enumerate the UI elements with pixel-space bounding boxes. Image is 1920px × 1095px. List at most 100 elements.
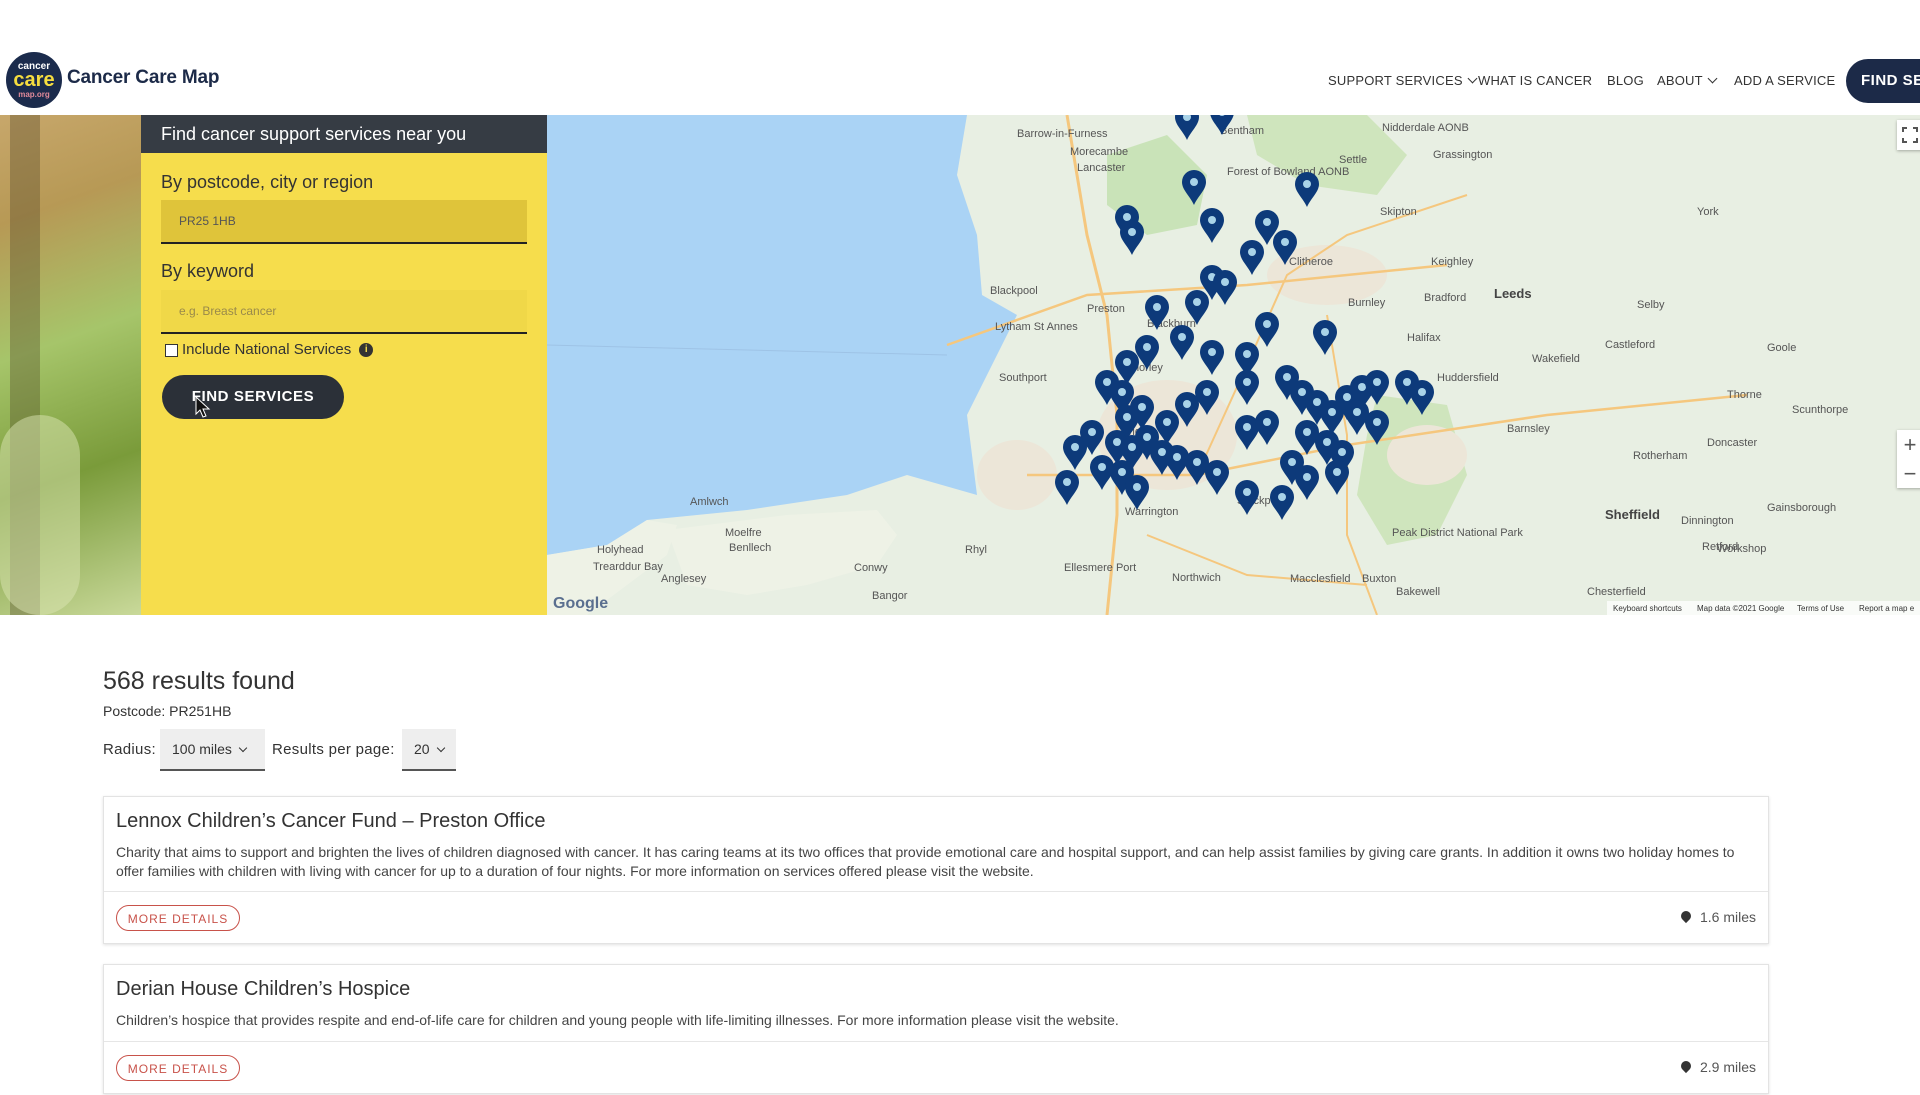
map-marker-dot xyxy=(1358,383,1366,391)
map-marker-dot xyxy=(1163,418,1171,426)
map-marker-dot xyxy=(1208,348,1216,356)
result-description: Charity that aims to support and brighte… xyxy=(116,844,1735,879)
site-header: cancer care map.org Cancer Care Map SUPP… xyxy=(0,0,1920,115)
map-marker-dot xyxy=(1263,218,1271,226)
map-marker-dot xyxy=(1263,320,1271,328)
map-label: Thorne xyxy=(1727,389,1762,401)
map-label: Macclesfield xyxy=(1290,573,1351,585)
national-services-label[interactable]: Include National Services xyxy=(182,341,351,358)
map-label: Grassington xyxy=(1433,149,1492,161)
map-marker-dot xyxy=(1303,180,1311,188)
map-marker-dot xyxy=(1328,408,1336,416)
map-label: Morecambe xyxy=(1070,146,1128,158)
nav-support-services[interactable]: SUPPORT SERVICES xyxy=(1328,73,1478,88)
map-marker-dot xyxy=(1128,443,1136,451)
map-marker-dot xyxy=(1248,248,1256,256)
keyboard-shortcuts-link[interactable]: Keyboard shortcuts xyxy=(1613,604,1682,613)
map-marker-dot xyxy=(1283,373,1291,381)
map-label: Moelfre xyxy=(725,527,762,539)
keyword-input[interactable]: e.g. Breast cancer xyxy=(161,290,527,334)
map-label: Blackpool xyxy=(990,285,1038,297)
terms-of-use-link[interactable]: Terms of Use xyxy=(1797,604,1845,613)
nav-label: SUPPORT SERVICES xyxy=(1328,73,1463,88)
map-label: Southport xyxy=(999,372,1047,384)
map-label: Ellesmere Port xyxy=(1064,562,1136,574)
nav-label: ABOUT xyxy=(1657,73,1703,88)
result-footer: MORE DETAILS 1.6 miles xyxy=(104,891,1768,945)
result-description: Children’s hospice that provides respite… xyxy=(116,1012,1119,1028)
per-page-select[interactable]: 20 xyxy=(402,729,456,771)
map-marker-dot xyxy=(1343,393,1351,401)
national-services-checkbox[interactable] xyxy=(165,343,178,357)
result-title[interactable]: Lennox Children’s Cancer Fund – Preston … xyxy=(116,810,546,833)
map-marker-dot xyxy=(1221,278,1229,286)
nav-blog[interactable]: BLOG xyxy=(1607,73,1644,88)
postcode-input[interactable]: PR25 1HB xyxy=(161,200,527,244)
site-logo[interactable]: cancer care map.org xyxy=(6,52,62,108)
map-label: Settle xyxy=(1339,154,1367,166)
map-label: Scunthorpe xyxy=(1792,404,1848,416)
info-icon[interactable]: i xyxy=(359,343,374,358)
radius-select[interactable]: 100 miles xyxy=(160,729,265,771)
map-label: Castleford xyxy=(1605,339,1655,351)
map-marker-dot xyxy=(1281,238,1289,246)
map-marker-dot xyxy=(1213,468,1221,476)
map-label: Rotherham xyxy=(1633,450,1687,462)
map-label: Forest of Bowland AONB xyxy=(1227,166,1349,178)
chevron-down-icon xyxy=(436,743,445,753)
more-details-button[interactable]: MORE DETAILS xyxy=(116,905,240,931)
per-page-label: Results per page: xyxy=(272,741,395,758)
map-marker-dot xyxy=(1193,298,1201,306)
map-marker-dot xyxy=(1303,473,1311,481)
map-marker-dot xyxy=(1203,388,1211,396)
map-marker-dot xyxy=(1303,428,1311,436)
map-marker-dot xyxy=(1333,468,1341,476)
map-canvas[interactable]: Barrow-in-Furness Morecambe Lancaster Be… xyxy=(547,115,1920,615)
result-card: Lennox Children’s Cancer Fund – Preston … xyxy=(103,796,1769,944)
nav-add-a-service[interactable]: ADD A SERVICE xyxy=(1734,73,1835,88)
map-label: Chesterfield xyxy=(1587,586,1646,598)
distance-value: 2.9 miles xyxy=(1699,1059,1756,1075)
map-label: York xyxy=(1697,206,1719,218)
keyword-label: By keyword xyxy=(161,261,255,281)
map-label: Bakewell xyxy=(1396,586,1440,598)
map-marker-dot xyxy=(1098,463,1106,471)
nav-about[interactable]: ABOUT xyxy=(1657,73,1718,88)
map-marker-dot xyxy=(1071,443,1079,451)
map-marker-dot xyxy=(1173,453,1181,461)
map-marker-dot xyxy=(1190,178,1198,186)
map-label: Skipton xyxy=(1380,206,1417,218)
postcode-label: By postcode, city or region xyxy=(161,172,374,192)
map-marker-dot xyxy=(1193,458,1201,466)
zoom-in-button[interactable]: + xyxy=(1897,430,1920,459)
map-label: Dinnington xyxy=(1681,515,1734,527)
map-label: Preston xyxy=(1087,303,1125,315)
nav-what-is-cancer[interactable]: WHAT IS CANCER xyxy=(1478,73,1592,88)
map-marker-dot xyxy=(1143,433,1151,441)
more-details-button[interactable]: MORE DETAILS xyxy=(116,1055,240,1081)
result-card: Derian House Children’s Hospice Children… xyxy=(103,964,1769,1094)
mouse-cursor-icon xyxy=(195,396,211,418)
map-label: Barrow-in-Furness xyxy=(1017,128,1108,140)
map-label: Leeds xyxy=(1494,286,1532,301)
map-label: Halifax xyxy=(1407,332,1441,344)
fullscreen-button[interactable] xyxy=(1897,120,1920,150)
result-title[interactable]: Derian House Children’s Hospice xyxy=(116,978,410,1001)
site-title[interactable]: Cancer Care Map xyxy=(67,67,219,89)
decorative-leaf-image xyxy=(0,115,141,615)
find-services-button[interactable]: FIND SERVICES xyxy=(162,375,344,419)
find-services-header-button[interactable]: FIND SE xyxy=(1846,59,1920,103)
search-heading: Find cancer support services near you xyxy=(141,115,547,153)
map-marker-dot xyxy=(1118,388,1126,396)
map-label: Clitheroe xyxy=(1289,256,1333,268)
report-map-error-link[interactable]: Report a map e xyxy=(1859,604,1915,613)
map-label: Goole xyxy=(1767,342,1796,354)
map-label: Amlwch xyxy=(690,496,729,508)
services-map[interactable]: Barrow-in-Furness Morecambe Lancaster Be… xyxy=(547,115,1920,615)
zoom-out-button[interactable]: − xyxy=(1897,459,1920,488)
map-marker-dot xyxy=(1418,388,1426,396)
map-marker-dot xyxy=(1243,488,1251,496)
zoom-controls: + − xyxy=(1897,430,1920,488)
result-footer: MORE DETAILS 2.9 miles xyxy=(104,1041,1768,1095)
map-label: Buxton xyxy=(1362,573,1396,585)
